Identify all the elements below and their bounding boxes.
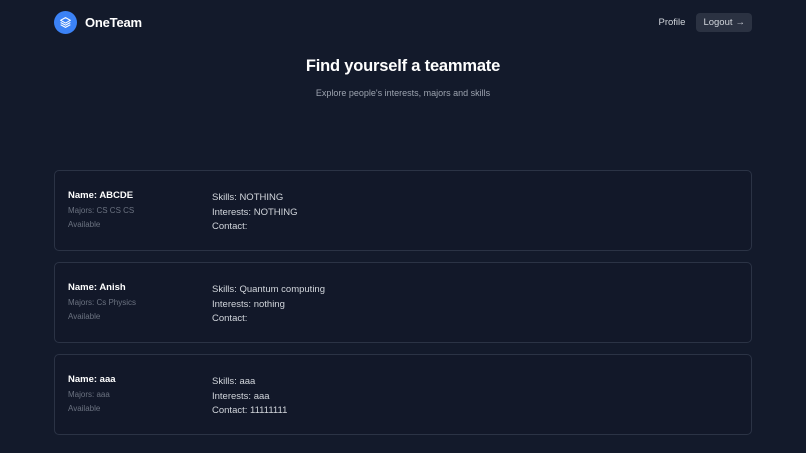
person-details: Skills: NOTHING Interests: NOTHING Conta… [212,191,298,235]
top-nav: OneTeam Profile Logout → [54,9,752,35]
person-name: Name: Anish [68,282,126,293]
person-skills: Skills: aaa [212,376,256,387]
person-summary: Name: Anish Majors: Cs Physics Available [68,282,136,321]
person-details: Skills: aaa Interests: aaa Contact: 1111… [212,375,287,419]
person-summary: Name: aaa Majors: aaa Available [68,374,116,413]
person-majors: Majors: CS CS CS [68,206,135,215]
person-contact: Contact: [212,221,248,233]
person-interests: Interests: NOTHING [212,206,298,218]
person-majors: Majors: aaa [68,390,110,399]
person-card[interactable]: Name: Anish Majors: Cs Physics Available… [54,262,752,343]
page-title: Find yourself a teammate [305,57,501,75]
person-contact: Contact: [212,313,248,325]
person-interests: Interests: aaa [212,390,270,402]
person-details: Skills: Quantum computing Interests: not… [212,283,325,327]
brand[interactable]: OneTeam [54,10,142,34]
logout-label: Logout [703,16,733,28]
person-status: Available [68,220,101,229]
person-status: Available [68,312,101,321]
logout-button[interactable]: Logout → [696,12,752,32]
person-summary: Name: ABCDE Majors: CS CS CS Available [68,190,134,229]
page-subtitle: Explore people's interests, majors and s… [315,88,491,98]
person-card[interactable]: Name: aaa Majors: aaa Available Skills: … [54,354,752,435]
person-name: Name: aaa [68,374,116,385]
person-name: Name: ABCDE [68,190,134,201]
arrow-right-icon: → [735,16,746,28]
nav-actions: Profile Logout → [659,12,752,32]
brand-name: OneTeam [85,14,142,30]
profile-link[interactable]: Profile [659,17,686,28]
person-skills: Skills: Quantum computing [212,284,325,295]
person-status: Available [68,404,101,413]
person-card[interactable]: Name: ABCDE Majors: CS CS CS Available S… [54,170,752,251]
person-contact: Contact: 11111111 [212,405,288,417]
person-majors: Majors: Cs Physics [68,298,137,307]
person-interests: Interests: nothing [212,298,285,310]
layers-icon [54,10,77,34]
person-skills: Skills: NOTHING [212,192,284,203]
hero: Find yourself a teammate Explore people'… [0,57,806,98]
